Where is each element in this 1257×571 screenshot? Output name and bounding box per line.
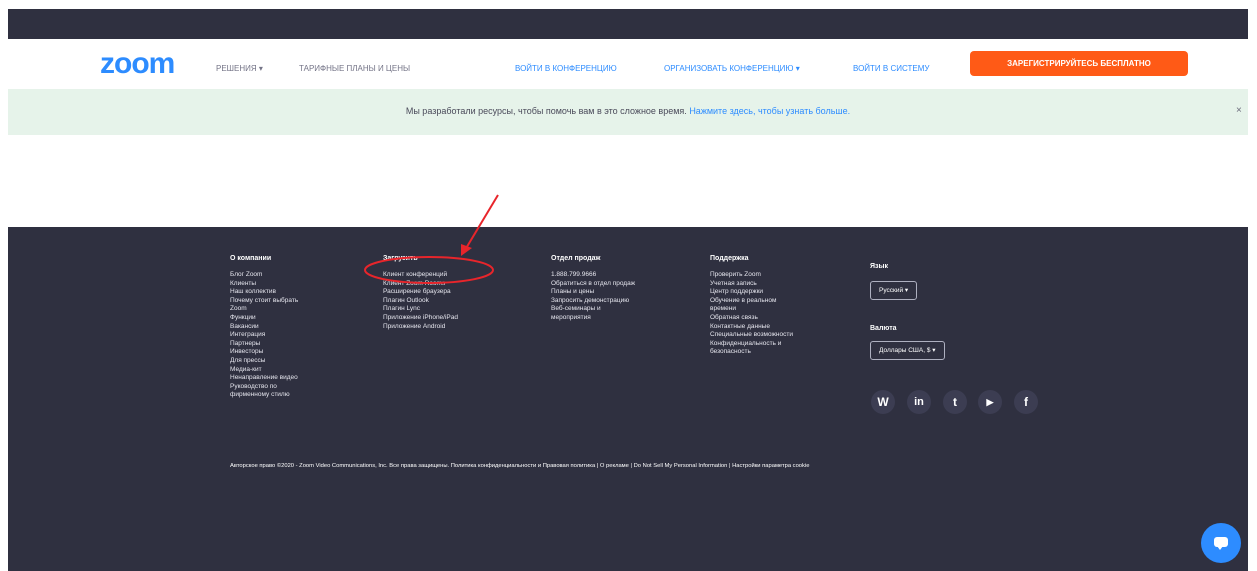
- footer-link[interactable]: Zoom: [230, 305, 298, 314]
- footer-link[interactable]: безопасность: [710, 348, 793, 357]
- footer-link[interactable]: Плагин Outlook: [383, 297, 458, 306]
- footer-link[interactable]: Партнеры: [230, 340, 298, 349]
- close-icon[interactable]: ×: [1236, 105, 1242, 116]
- footer-link[interactable]: мероприятия: [551, 314, 635, 323]
- footer-download-column: Загрузить Клиент конференций Клиент Zoom…: [383, 255, 458, 331]
- currency-select[interactable]: Доллары США, $ ▾: [870, 341, 945, 360]
- footer-link[interactable]: Клиенты: [230, 280, 298, 289]
- footer-sales-heading: Отдел продаж: [551, 255, 601, 262]
- footer: О компании Блог Zoom Клиенты Наш коллект…: [8, 227, 1248, 571]
- footer-support-heading: Поддержка: [710, 255, 749, 262]
- nav-host-meeting[interactable]: ОРГАНИЗОВАТЬ КОНФЕРЕНЦИЮ ▾: [664, 64, 800, 73]
- main-navigation: zoom РЕШЕНИЯ ▾ ТАРИФНЫЕ ПЛАНЫ И ЦЕНЫ ВОЙ…: [8, 39, 1248, 89]
- footer-sales-column: Отдел продаж 1.888.799.9666 Обратиться в…: [551, 255, 635, 323]
- language-label: Язык: [870, 263, 888, 270]
- footer-link[interactable]: Функции: [230, 314, 298, 323]
- footer-link[interactable]: Наш коллектив: [230, 288, 298, 297]
- copyright-line: Авторское право ©2020 - Zoom Video Commu…: [230, 463, 810, 469]
- footer-link[interactable]: Проверить Zoom: [710, 271, 793, 280]
- banner-message: Мы разработали ресурсы, чтобы помочь вам…: [8, 106, 1248, 116]
- info-banner: Мы разработали ресурсы, чтобы помочь вам…: [8, 89, 1248, 135]
- footer-link-meeting-client[interactable]: Клиент конференций: [383, 271, 458, 280]
- footer-about-column: О компании Блог Zoom Клиенты Наш коллект…: [230, 255, 298, 400]
- footer-link[interactable]: Руководство по: [230, 383, 298, 392]
- footer-about-heading: О компании: [230, 255, 272, 262]
- footer-link[interactable]: Расширение браузера: [383, 288, 458, 297]
- footer-link[interactable]: Вакансии: [230, 323, 298, 332]
- currency-label: Валюта: [870, 325, 897, 332]
- footer-link[interactable]: Обратиться в отдел продаж: [551, 280, 635, 289]
- content-area: [8, 135, 1248, 227]
- footer-link[interactable]: Блог Zoom: [230, 271, 298, 280]
- facebook-icon[interactable]: f: [1014, 390, 1038, 414]
- nav-plans-pricing[interactable]: ТАРИФНЫЕ ПЛАНЫ И ЦЕНЫ: [299, 64, 410, 73]
- footer-link[interactable]: Интеграция: [230, 331, 298, 340]
- footer-link[interactable]: Инвесторы: [230, 348, 298, 357]
- language-select[interactable]: Русский ▾: [870, 281, 918, 300]
- footer-link[interactable]: Приложение iPhone/iPad: [383, 314, 458, 323]
- footer-link[interactable]: Почему стоит выбрать: [230, 297, 298, 306]
- chat-button[interactable]: [1201, 523, 1241, 563]
- footer-link[interactable]: Ненаправление видео: [230, 374, 298, 383]
- nav-join-meeting[interactable]: ВОЙТИ В КОНФЕРЕНЦИЮ: [515, 64, 617, 73]
- zoom-logo[interactable]: zoom: [100, 49, 175, 79]
- footer-link[interactable]: Для прессы: [230, 357, 298, 366]
- footer-support-column: Поддержка Проверить Zoom Учетная запись …: [710, 255, 793, 357]
- footer-link[interactable]: Приложение Android: [383, 323, 458, 332]
- footer-link[interactable]: времени: [710, 305, 793, 314]
- footer-link[interactable]: Специальные возможности: [710, 331, 793, 340]
- footer-download-heading: Загрузить: [383, 255, 418, 262]
- footer-phone[interactable]: 1.888.799.9666: [551, 271, 635, 280]
- footer-link[interactable]: Центр поддержки: [710, 288, 793, 297]
- linkedin-icon[interactable]: in: [907, 390, 931, 414]
- footer-link[interactable]: Медиа-кит: [230, 366, 298, 375]
- footer-link[interactable]: фирменному стилю: [230, 391, 298, 400]
- footer-link[interactable]: Учетная запись: [710, 280, 793, 289]
- top-dark-bar: [8, 9, 1248, 39]
- footer-link[interactable]: Контактные данные: [710, 323, 793, 332]
- banner-text: Мы разработали ресурсы, чтобы помочь вам…: [405, 106, 687, 116]
- nav-sign-in[interactable]: ВОЙТИ В СИСТЕМУ: [853, 64, 929, 73]
- wordpress-icon[interactable]: W: [871, 390, 895, 414]
- page-frame: zoom РЕШЕНИЯ ▾ ТАРИФНЫЕ ПЛАНЫ И ЦЕНЫ ВОЙ…: [8, 9, 1248, 571]
- footer-link[interactable]: Обратная связь: [710, 314, 793, 323]
- twitter-icon[interactable]: t: [943, 390, 967, 414]
- footer-link[interactable]: Клиент Zoom Rooms: [383, 280, 458, 289]
- footer-link[interactable]: Обучение в реальном: [710, 297, 793, 306]
- footer-link[interactable]: Планы и цены: [551, 288, 635, 297]
- footer-link[interactable]: Веб-семинары и: [551, 305, 635, 314]
- footer-link[interactable]: Плагин Lync: [383, 305, 458, 314]
- chat-icon-tail: [1217, 546, 1223, 550]
- signup-free-button[interactable]: ЗАРЕГИСТРИРУЙТЕСЬ БЕСПЛАТНО: [970, 51, 1188, 76]
- youtube-icon[interactable]: ▶: [978, 390, 1002, 414]
- banner-learn-more-link[interactable]: Нажмите здесь, чтобы узнать больше.: [689, 106, 850, 116]
- nav-solutions[interactable]: РЕШЕНИЯ ▾: [216, 64, 263, 73]
